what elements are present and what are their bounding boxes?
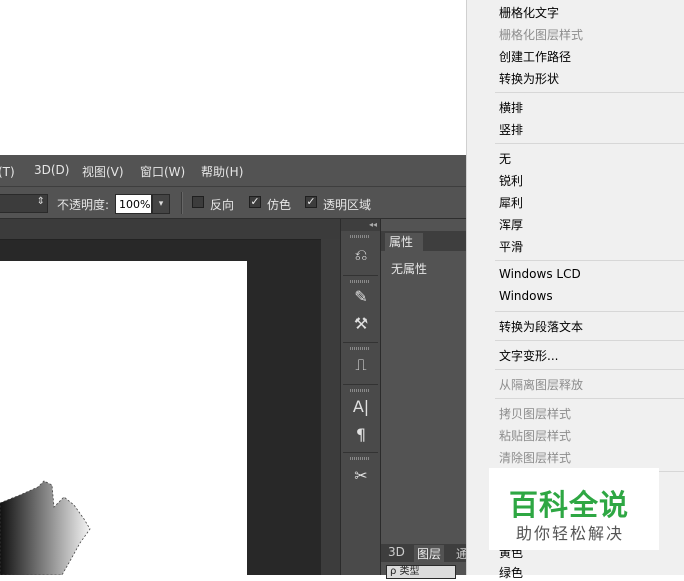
menu-item-vertical[interactable]: 竖排	[499, 121, 523, 138]
paragraph-icon[interactable]: ¶	[348, 424, 374, 446]
menu-separator	[495, 398, 684, 399]
transparency-label: 透明区域	[323, 198, 372, 212]
strip-divider	[343, 342, 378, 343]
menu-window[interactable]: 窗口(W)	[140, 163, 185, 180]
transparency-checkbox[interactable]: ✓	[305, 196, 317, 208]
menu-separator	[495, 143, 684, 144]
options-bar: ⇕ 不透明度: 100% ▾ 反向 ✓ 仿色 ✓ 透明区域	[0, 186, 466, 219]
menu-item-create-work-path[interactable]: 创建工作路径	[499, 48, 571, 65]
menu-item-aa-crisp[interactable]: 犀利	[499, 194, 523, 211]
menu-item-aa-sharp[interactable]: 锐利	[499, 172, 523, 189]
document-tab-bar	[0, 219, 340, 240]
menu-item-color-green[interactable]: 绿色	[499, 564, 523, 581]
opacity-input[interactable]: 100%	[115, 194, 152, 214]
dither-checkbox[interactable]: ✓	[249, 196, 261, 208]
tools-icon[interactable]: ✂	[348, 465, 374, 487]
menu-separator	[495, 260, 684, 261]
brush-presets-icon[interactable]: ✎	[348, 286, 374, 308]
tab-properties[interactable]: 属性	[385, 233, 423, 251]
screen-background	[0, 0, 466, 155]
menu-item-rasterize-layer-style[interactable]: 栅格化图层样式	[499, 26, 583, 43]
tool-presets-icon[interactable]: ⚒	[348, 313, 374, 335]
menu-3d[interactable]: 3D(D)	[34, 163, 69, 177]
gradient-text-artwork	[0, 480, 91, 575]
layers-tab-bar: 3D 图层 通	[381, 544, 468, 562]
menu-separator	[495, 92, 684, 93]
properties-panel: 属性 无属性 3D 图层 通 ρ 类型	[380, 219, 468, 579]
menu-item-copy-layer-style[interactable]: 拷贝图层样式	[499, 405, 571, 422]
tab-layers[interactable]: 图层	[414, 545, 445, 562]
menubar: 滤镜(T) 3D(D) 视图(V) 窗口(W) 帮助(H)	[0, 155, 466, 186]
menu-item-rasterize-type[interactable]: 栅格化文字	[499, 4, 559, 21]
menu-item-convert-to-shape[interactable]: 转换为形状	[499, 70, 559, 87]
options-divider	[181, 192, 183, 214]
collapse-panels-icon[interactable]: ◂◂	[341, 219, 381, 231]
menu-view[interactable]: 视图(V)	[82, 163, 124, 180]
menu-item-aa-none[interactable]: 无	[499, 150, 511, 167]
history-icon[interactable]: ⎌	[348, 244, 374, 266]
menu-item-windows-lcd[interactable]: Windows LCD	[499, 267, 581, 281]
opacity-dropdown-button[interactable]: ▾	[152, 194, 170, 214]
dither-label: 仿色	[267, 198, 292, 212]
document-canvas[interactable]	[0, 261, 247, 575]
menu-separator	[495, 369, 684, 370]
strip-grip[interactable]	[350, 347, 370, 350]
character-icon[interactable]: A|	[348, 396, 374, 418]
reverse-label: 反向	[210, 198, 235, 212]
menu-item-aa-strong[interactable]: 浑厚	[499, 216, 523, 233]
no-properties-text: 无属性	[391, 262, 428, 276]
menu-item-paste-layer-style[interactable]: 粘贴图层样式	[499, 427, 571, 444]
menu-separator	[495, 311, 684, 312]
menu-filter[interactable]: 滤镜(T)	[0, 163, 15, 180]
watermark-logo: 百科全说 助你轻松解决	[489, 468, 659, 550]
menu-item-clear-layer-style[interactable]: 清除图层样式	[499, 449, 571, 466]
up-down-chevron-icon: ⇕	[36, 196, 45, 207]
menu-item-warp-text[interactable]: 文字变形...	[499, 347, 558, 364]
menu-item-windows[interactable]: Windows	[499, 289, 553, 303]
reverse-checkbox[interactable]	[192, 196, 204, 208]
menu-item-horizontal[interactable]: 横排	[499, 99, 523, 116]
strip-divider	[343, 275, 378, 276]
menu-item-release-isolation[interactable]: 从隔离图层释放	[499, 376, 583, 393]
tab-3d[interactable]: 3D	[388, 545, 405, 559]
strip-divider	[343, 452, 378, 453]
canvas-workspace	[0, 219, 340, 575]
watermark-subtitle: 助你轻松解决	[516, 524, 625, 543]
strip-grip[interactable]	[350, 235, 370, 238]
strip-grip[interactable]	[350, 389, 370, 392]
strip-divider	[343, 384, 378, 385]
clone-source-icon[interactable]: ⎍	[348, 354, 374, 376]
menu-help[interactable]: 帮助(H)	[201, 163, 243, 180]
layer-filter-select[interactable]: ρ 类型	[386, 565, 456, 579]
watermark-title: 百科全说	[509, 488, 630, 522]
menu-item-aa-smooth[interactable]: 平滑	[499, 238, 523, 255]
strip-grip[interactable]	[350, 280, 370, 283]
opacity-label: 不透明度:	[57, 198, 110, 212]
panel-icon-strip: ◂◂ ⎌ ✎ ⚒ ⎍ A| ¶ ✂	[340, 219, 381, 575]
strip-grip[interactable]	[350, 457, 370, 460]
menu-separator	[495, 340, 684, 341]
blend-mode-select[interactable]: ⇕	[0, 194, 48, 213]
menu-item-convert-to-paragraph[interactable]: 转换为段落文本	[499, 318, 583, 335]
vertical-scrollbar[interactable]	[321, 239, 340, 575]
